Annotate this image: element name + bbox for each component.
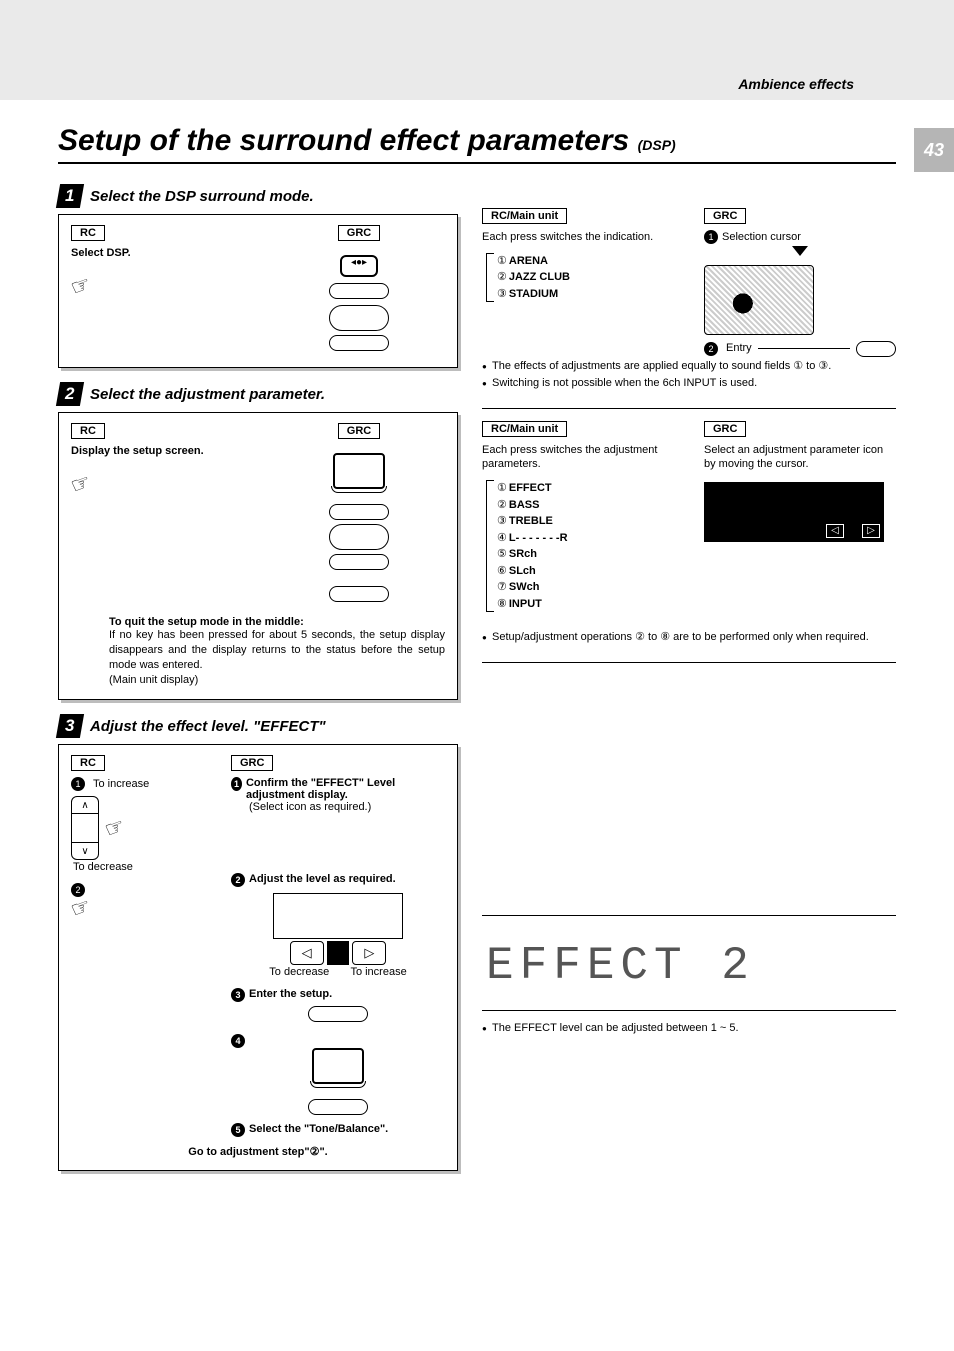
step3-footer: Go to adjustment step"②".	[71, 1145, 445, 1158]
step2-num-icon: 2	[56, 382, 84, 406]
bullet-1-icon: 1	[231, 777, 242, 791]
title-sub: (DSP)	[638, 137, 676, 153]
hand-icon: ☞	[102, 815, 128, 842]
g2-heading: 2 Adjust the level as required.	[231, 873, 445, 887]
wide-button-icon	[329, 524, 389, 550]
select-dsp-label: Select DSP.	[71, 247, 243, 259]
bullet-1-icon: 1	[704, 230, 718, 244]
left-arrow-icon: ◁	[826, 524, 844, 538]
bullet-3-icon: 3	[231, 988, 245, 1002]
switch-params-intro: Each press switches the adjustment param…	[482, 443, 674, 473]
step2-box: RC Display the setup screen. ☞ GRC	[58, 412, 458, 700]
bullet-2-icon: 2	[231, 873, 245, 887]
bullet-1-icon: 1	[71, 777, 85, 791]
note-3: Setup/adjustment operations ② to ⑧ are t…	[482, 630, 896, 645]
rc-main-tag: RC/Main unit	[482, 421, 567, 437]
right-arrow-icon: ▷	[862, 524, 880, 538]
cursor-down-icon	[792, 246, 808, 256]
right-arrow-button-icon: ▷	[352, 941, 386, 965]
long-button-icon	[329, 554, 389, 570]
screen-icon	[333, 453, 385, 489]
step3-num-icon: 3	[56, 714, 84, 738]
dsp-button-icon: ◂●▸	[340, 255, 378, 277]
hand-icon: ☞	[68, 894, 94, 921]
left-arrow-button-icon: ◁	[290, 941, 324, 965]
long-button-icon	[329, 335, 389, 351]
rc-main-tag: RC/Main unit	[482, 208, 567, 224]
grc-controls-icon	[704, 265, 814, 335]
step2-heading: 2 Select the adjustment parameter.	[58, 382, 458, 406]
hand-icon: ☞	[68, 272, 94, 299]
step1-num-icon: 1	[56, 184, 84, 208]
long-button-icon	[329, 504, 389, 520]
lcd-text: EFFECT 2	[482, 926, 896, 1011]
up-down-control-icon: ∧ ∨	[71, 796, 99, 860]
level-bar-icon	[273, 893, 403, 939]
quit-tail: (Main unit display)	[109, 673, 445, 688]
lcd-display: EFFECT 2	[482, 915, 896, 1011]
breadcrumb: Ambience effects	[738, 76, 854, 92]
g1-heading: 1 Confirm the "EFFECT" Level adjustment …	[231, 777, 445, 801]
lcd-note: The EFFECT level can be adjusted between…	[482, 1021, 896, 1036]
entry-label: Entry	[726, 341, 752, 356]
title-main: Setup of the surround effect parameters	[58, 124, 629, 157]
long-button-icon	[329, 586, 389, 602]
g4-heading: 4	[231, 1034, 445, 1048]
grc-tag: GRC	[338, 225, 380, 241]
bullet-4-icon: 4	[231, 1034, 245, 1048]
long-button-icon	[856, 341, 896, 357]
grc-tag: GRC	[338, 423, 380, 439]
long-button-icon	[308, 1099, 368, 1115]
select-icon-intro: Select an adjustment parameter icon by m…	[704, 443, 896, 473]
sound-field-list: ①ARENA ②JAZZ CLUB ③STADIUM	[486, 253, 674, 303]
step1-heading: 1 Select the DSP surround mode.	[58, 184, 458, 208]
screen-icon	[312, 1048, 364, 1084]
grc-screen-icon: ◁▷	[704, 482, 884, 542]
note-1: The effects of adjustments are applied e…	[482, 359, 896, 374]
wide-button-icon	[329, 305, 389, 331]
switch-intro: Each press switches the indication.	[482, 230, 674, 245]
quit-heading: To quit the setup mode in the middle:	[109, 616, 445, 628]
note-2: Switching is not possible when the 6ch I…	[482, 376, 896, 391]
rc-tag: RC	[71, 225, 105, 241]
adjustment-param-list: ①EFFECT ②BASS ③TREBLE ④L- - - - - - -R ⑤…	[486, 480, 674, 612]
long-button-icon	[308, 1006, 368, 1022]
grc-tag: GRC	[704, 421, 746, 437]
rc-tag: RC	[71, 423, 105, 439]
page-number-tab: 43	[914, 128, 954, 172]
grc-tag: GRC	[231, 755, 273, 771]
page-title: Setup of the surround effect parameters …	[58, 100, 896, 162]
long-button-icon	[329, 283, 389, 299]
selection-cursor-label: Selection cursor	[722, 231, 801, 243]
g5-heading: 5 Select the "Tone/Balance".	[231, 1123, 445, 1137]
quit-body: If no key has been pressed for about 5 s…	[109, 628, 445, 673]
step3-box: RC 1 To increase ∧ ∨	[58, 744, 458, 1171]
to-increase-label: To increase	[93, 777, 149, 792]
hand-icon: ☞	[68, 470, 94, 497]
display-setup-label: Display the setup screen.	[71, 445, 243, 457]
rc-tag: RC	[71, 755, 105, 771]
to-decrease-label: To decrease	[73, 860, 201, 875]
step1-box: RC Select DSP. ☞ GRC ◂●▸	[58, 214, 458, 368]
bullet-2-icon: 2	[704, 342, 718, 356]
to-decrease-label: To decrease	[269, 966, 329, 978]
to-increase-label: To increase	[350, 966, 406, 978]
step3-heading: 3 Adjust the effect level. "EFFECT"	[58, 714, 458, 738]
bullet-5-icon: 5	[231, 1123, 245, 1137]
g1-sub: (Select icon as required.)	[249, 801, 445, 813]
grc-tag: GRC	[704, 208, 746, 224]
g3-heading: 3 Enter the setup.	[231, 988, 445, 1002]
